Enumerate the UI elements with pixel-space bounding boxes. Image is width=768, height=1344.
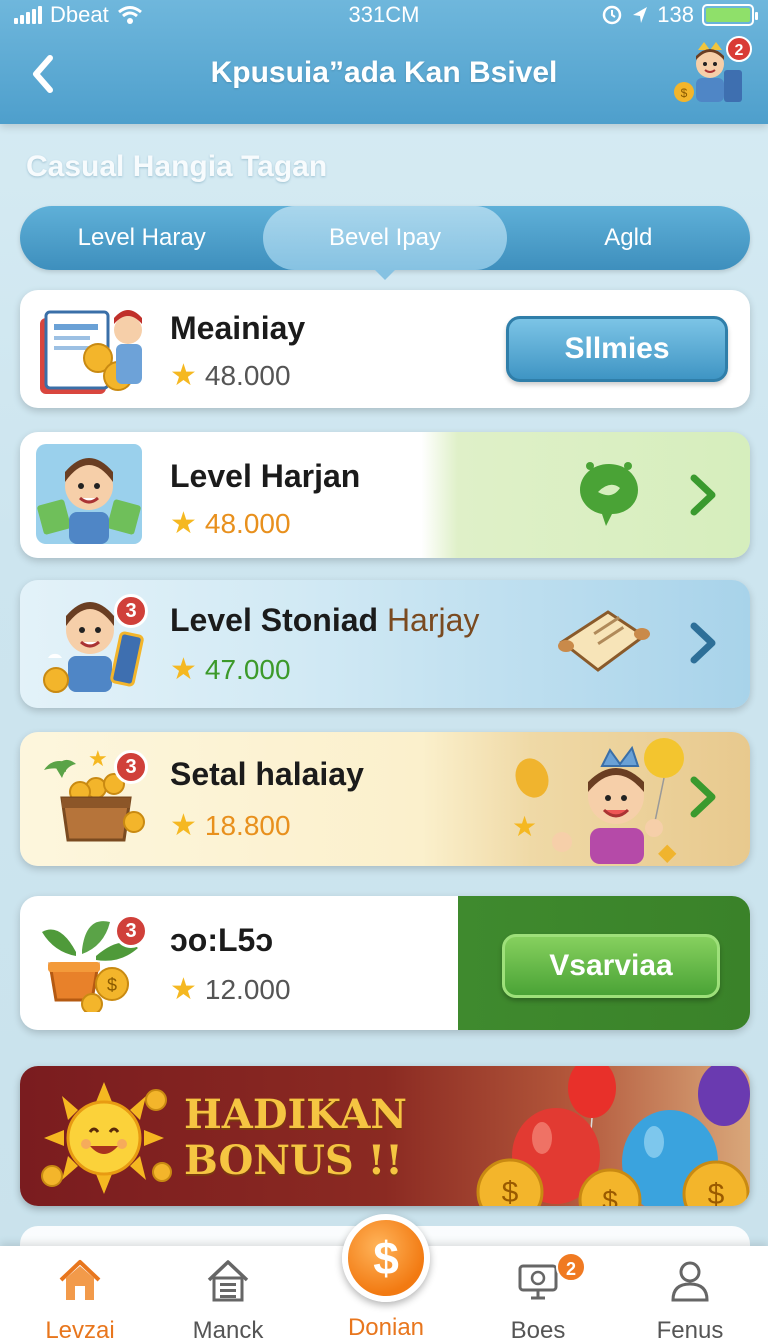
nav-label: Boes	[510, 1317, 566, 1344]
star-icon: ★	[170, 653, 197, 686]
banner-line-1: HADIKAN	[184, 1091, 407, 1138]
notification-badge: 3	[114, 914, 148, 948]
card-score-value: 12.000	[204, 973, 291, 1005]
nav-label: Levzai	[45, 1317, 115, 1344]
center-action-button[interactable]: $	[342, 1214, 430, 1302]
tab-bevel-ipay[interactable]: Bevel Ipay	[263, 206, 507, 280]
chevron-right-icon[interactable]	[682, 470, 722, 520]
card-thumbnail: 3	[36, 594, 150, 694]
card-score-value: 18.800	[204, 809, 291, 841]
card-title: Level Harjan	[170, 458, 361, 494]
tab-bar: Level Haray Bevel Ipay Agld	[20, 206, 750, 280]
card-title: Level Stoniad Harjay	[170, 602, 479, 639]
tab-agld[interactable]: Agld	[507, 206, 750, 270]
card-score: ★ 12.000	[170, 972, 291, 1007]
nav-label: Manck	[192, 1317, 264, 1344]
status-bar: Dbeat 331CM 138	[0, 0, 768, 30]
list-item[interactable]: Meainiay ★ 48.000 Sllmies	[20, 290, 750, 408]
chat-bubble-icon[interactable]	[576, 458, 642, 530]
star-icon: ★	[170, 359, 197, 392]
card-title: Meainiay	[170, 310, 306, 346]
battery-icon	[702, 4, 758, 26]
nav-item-levzai[interactable]: Levzai	[20, 1256, 140, 1344]
boy-avatar-icon	[36, 444, 142, 544]
list-item[interactable]: Level Harjan ★ 48.000	[20, 432, 750, 558]
notification-badge: 3	[114, 594, 148, 628]
profile-avatar-button[interactable]: $ 2	[672, 36, 752, 106]
notification-badge: 3	[114, 750, 148, 784]
card-score: ★ 48.000	[170, 358, 291, 393]
svg-text:$: $	[602, 1185, 618, 1206]
section-title: Casual Hangia Tagan	[26, 150, 328, 183]
bonus-banner[interactable]: HADIKAN BONUS !! $ $ $	[20, 1066, 750, 1206]
svg-text:★: ★	[512, 810, 537, 843]
banner-line-2: BONUS !!	[184, 1137, 403, 1184]
star-icon: ★	[170, 973, 197, 1006]
chevron-right-icon[interactable]	[682, 772, 722, 822]
notification-badge: 2	[556, 1252, 586, 1282]
card-title: ɔo:L5ɔ	[170, 922, 274, 958]
list-item[interactable]: 3 Level Stoniad Harjay ★ 47.000	[20, 580, 750, 708]
nav-item-manck[interactable]: Manck	[168, 1256, 288, 1344]
svg-text:$: $	[708, 1178, 725, 1206]
card-thumbnail	[36, 300, 150, 400]
card-score-value: 48.000	[204, 359, 291, 391]
notification-badge: 2	[726, 36, 752, 62]
chevron-left-icon	[33, 55, 53, 93]
svg-text:$: $	[681, 86, 688, 100]
svg-text:$: $	[107, 975, 117, 995]
card-thumbnail: ★ 3	[36, 747, 150, 848]
card-score: ★ 47.000	[170, 652, 291, 687]
status-right-text: 138	[657, 2, 694, 27]
card-title: Setal halaiay	[170, 756, 364, 792]
card-score: ★ 48.000	[170, 506, 291, 541]
alarm-icon	[603, 5, 622, 25]
page-title: Kpusuia”ada Kan Bsivel	[210, 56, 558, 89]
star-icon: ★	[170, 507, 197, 540]
celebrating-boy-icon: ★ ◆	[512, 738, 684, 864]
balloons-coins-icon: $ $ $	[476, 1066, 750, 1206]
back-button[interactable]	[26, 52, 66, 96]
card-action-button[interactable]: Vsarviaa	[502, 934, 720, 998]
app-header: Dbeat 331CM 138 Kpusuia”ada Kan Bsivel $…	[0, 0, 768, 124]
location-icon	[633, 7, 648, 23]
svg-text:★: ★	[88, 748, 108, 772]
card-score-value: 47.000	[204, 653, 291, 685]
smiling-sun-icon	[41, 1082, 172, 1194]
tab-level-haray[interactable]: Level Haray	[20, 206, 263, 270]
house-grid-icon	[207, 1260, 249, 1302]
scroll-icon	[558, 610, 650, 672]
card-thumbnail	[36, 444, 150, 544]
status-right: 138	[601, 2, 758, 28]
svg-text:◆: ◆	[658, 838, 677, 864]
document-coins-icon	[40, 310, 142, 394]
card-action-button[interactable]: Sllmies	[506, 316, 728, 382]
card-title-main: Level Stoniad	[170, 602, 379, 638]
home-icon	[59, 1260, 101, 1300]
nav-label: Fenus	[656, 1317, 724, 1344]
card-title-accent: Harjay	[386, 602, 480, 638]
profile-icon	[671, 1261, 709, 1302]
banner-title: HADIKAN BONUS !!	[184, 1092, 407, 1184]
svg-text:$: $	[502, 1176, 519, 1206]
chevron-right-icon[interactable]	[682, 618, 722, 668]
list-item[interactable]: $ 3 ɔo:L5ɔ ★ 12.000 Vsarviaa	[20, 896, 750, 1030]
card-score-value: 48.000	[204, 507, 291, 539]
nav-label-donian: Donian	[347, 1314, 425, 1341]
nav-item-fenus[interactable]: Fenus	[630, 1256, 750, 1344]
list-item[interactable]: ★ 3 Setal halaiay ★ 18.800 ★ ◆	[20, 732, 750, 866]
star-icon: ★	[170, 809, 197, 842]
dollar-coin-icon: $	[373, 1232, 399, 1284]
card-thumbnail: $ 3	[36, 912, 150, 1015]
battery-fill	[706, 8, 750, 22]
card-score: ★ 18.800	[170, 808, 291, 843]
nav-item-boes[interactable]: Boes 2	[478, 1252, 598, 1344]
